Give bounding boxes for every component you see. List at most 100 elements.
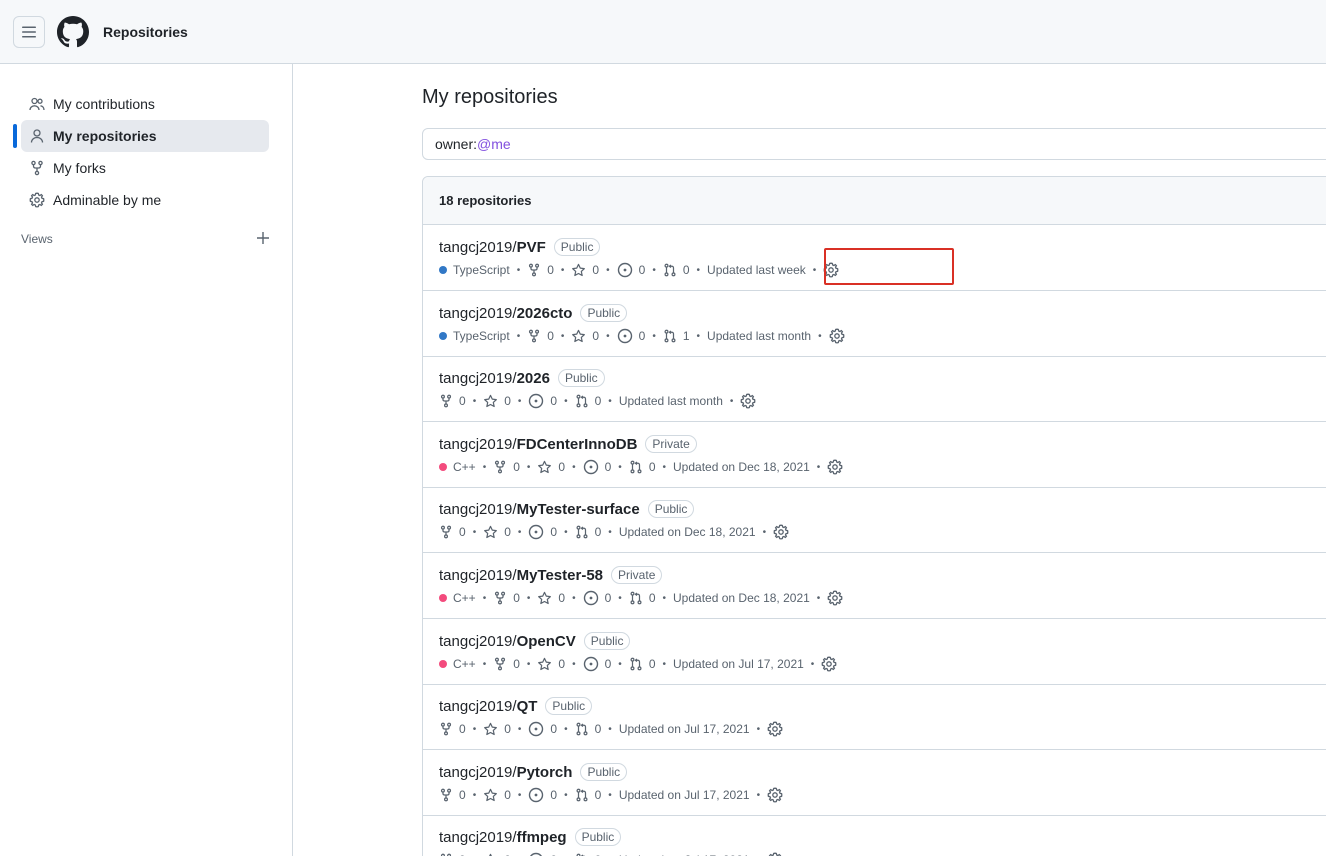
forks-link[interactable]: 0 bbox=[439, 722, 466, 736]
repo-settings-button[interactable] bbox=[767, 852, 783, 856]
stars-link[interactable]: 0 bbox=[537, 460, 565, 475]
separator-dot: • bbox=[762, 526, 767, 538]
repo-name: Pytorch bbox=[516, 763, 573, 781]
repo-owner: tangcj2019/ bbox=[439, 238, 517, 256]
repo-link[interactable]: tangcj2019/MyTester-surface bbox=[439, 501, 640, 518]
pull-request-icon bbox=[629, 657, 649, 671]
issues-link[interactable]: 0 bbox=[583, 590, 611, 606]
issues-link[interactable]: 0 bbox=[583, 459, 611, 475]
github-logo[interactable] bbox=[57, 16, 89, 48]
sidebar-item-my-contributions[interactable]: My contributions bbox=[21, 88, 269, 120]
plus-icon bbox=[257, 232, 269, 244]
stars-link[interactable]: 0 bbox=[571, 263, 599, 278]
sidebar-item-adminable-by-me[interactable]: Adminable by me bbox=[21, 184, 269, 216]
pull-requests-link[interactable]: 0 bbox=[663, 263, 690, 277]
stars-link[interactable]: 0 bbox=[483, 525, 511, 540]
pull-requests-link[interactable]: 0 bbox=[575, 394, 601, 408]
updated-text: Updated last month bbox=[707, 329, 812, 343]
forks-link[interactable]: 0 bbox=[439, 525, 466, 539]
gear-icon bbox=[773, 524, 789, 540]
repo-settings-button[interactable] bbox=[821, 656, 837, 672]
pull-requests-link[interactable]: 0 bbox=[629, 591, 656, 605]
search-input[interactable]: owner: @me bbox=[422, 128, 1326, 160]
stars-link[interactable]: 0 bbox=[483, 788, 511, 803]
repo-link[interactable]: tangcj2019/QT bbox=[439, 698, 537, 715]
repo-owner: tangcj2019/ bbox=[439, 763, 517, 781]
pull-requests-link[interactable]: 0 bbox=[575, 525, 601, 539]
separator-dot: • bbox=[810, 658, 815, 670]
separator-dot: • bbox=[818, 330, 822, 342]
repo-settings-button[interactable] bbox=[823, 262, 839, 278]
repo-link[interactable]: tangcj2019/OpenCV bbox=[439, 633, 576, 650]
forks-link[interactable]: 0 bbox=[493, 657, 520, 671]
stars-count: 0 bbox=[504, 788, 511, 802]
repo-link[interactable]: tangcj2019/ffmpeg bbox=[439, 829, 567, 846]
repo-link[interactable]: tangcj2019/2026cto bbox=[439, 305, 572, 322]
separator-dot: • bbox=[482, 658, 487, 670]
sidebar-item-my-repositories[interactable]: My repositories bbox=[21, 120, 269, 152]
repo-settings-button[interactable] bbox=[767, 721, 783, 737]
visibility-badge: Public bbox=[583, 632, 631, 650]
forks-link[interactable]: 0 bbox=[527, 263, 554, 277]
sidebar-item-my-forks[interactable]: My forks bbox=[21, 152, 269, 184]
hamburger-menu-button[interactable] bbox=[13, 16, 45, 48]
forks-link[interactable]: 0 bbox=[439, 788, 466, 802]
stars-link[interactable]: 0 bbox=[537, 591, 565, 606]
pull-requests-link[interactable]: 0 bbox=[575, 722, 601, 736]
repo-name: 2026 bbox=[516, 369, 550, 387]
repo-settings-button[interactable] bbox=[829, 328, 845, 344]
issue-icon bbox=[528, 524, 550, 540]
forks-link[interactable]: 0 bbox=[493, 591, 520, 605]
pull-requests-link[interactable]: 0 bbox=[629, 460, 656, 474]
repo-link[interactable]: tangcj2019/Pytorch bbox=[439, 764, 572, 781]
repo-meta: C++ • 0 • 0 • 0 • 0 • Updated on Dec 18,… bbox=[439, 459, 843, 475]
pull-requests-link[interactable]: 0 bbox=[575, 788, 601, 802]
language-color-dot bbox=[439, 594, 447, 602]
stars-link[interactable]: 0 bbox=[571, 329, 599, 344]
sidebar-item-label: Adminable by me bbox=[53, 192, 162, 208]
separator-dot: • bbox=[526, 461, 531, 473]
repo-link[interactable]: tangcj2019/2026 bbox=[439, 370, 550, 387]
issues-count: 0 bbox=[550, 788, 558, 802]
issues-link[interactable]: 0 bbox=[528, 852, 557, 856]
stars-link[interactable]: 0 bbox=[483, 853, 511, 856]
forks-link[interactable]: 0 bbox=[493, 460, 520, 474]
issues-link[interactable]: 0 bbox=[583, 656, 612, 672]
stars-link[interactable]: 0 bbox=[483, 722, 511, 737]
repo-settings-button[interactable] bbox=[767, 787, 783, 803]
pull-requests-link[interactable]: 1 bbox=[663, 329, 690, 343]
issues-link[interactable]: 0 bbox=[528, 787, 557, 803]
gear-icon bbox=[767, 787, 783, 803]
repo-settings-button[interactable] bbox=[773, 524, 789, 540]
issues-link[interactable]: 0 bbox=[528, 721, 557, 737]
issues-link[interactable]: 0 bbox=[617, 328, 645, 344]
add-view-button[interactable] bbox=[254, 229, 272, 247]
repo-settings-button[interactable] bbox=[740, 393, 756, 409]
forks-link[interactable]: 0 bbox=[527, 329, 554, 343]
repo-settings-button[interactable] bbox=[827, 459, 843, 475]
repo-link[interactable]: tangcj2019/PVF bbox=[439, 239, 546, 256]
stars-link[interactable]: 0 bbox=[483, 394, 511, 409]
search-qualifier: owner: bbox=[435, 136, 478, 152]
visibility-badge: Public bbox=[553, 238, 601, 256]
repo-language: TypeScript bbox=[453, 263, 510, 277]
repo-row: tangcj2019/Pytorch Public 0 • 0 • 0 • 0 … bbox=[422, 750, 1326, 816]
star-icon bbox=[537, 591, 558, 606]
repo-title-line: tangcj2019/PVF Public bbox=[439, 237, 601, 257]
issues-link[interactable]: 0 bbox=[528, 393, 557, 409]
issues-link[interactable]: 0 bbox=[528, 524, 557, 540]
issue-icon bbox=[528, 393, 550, 409]
forks-link[interactable]: 0 bbox=[439, 394, 466, 408]
language-color-dot bbox=[439, 266, 447, 274]
pull-requests-link[interactable]: 0 bbox=[629, 657, 656, 671]
repo-link[interactable]: tangcj2019/MyTester-58 bbox=[439, 567, 603, 584]
forks-count: 0 bbox=[459, 788, 466, 802]
repo-settings-button[interactable] bbox=[827, 590, 843, 606]
repo-link[interactable]: tangcj2019/FDCenterInnoDB bbox=[439, 436, 637, 453]
issue-icon bbox=[583, 656, 605, 672]
issues-count: 0 bbox=[604, 657, 612, 671]
stars-link[interactable]: 0 bbox=[537, 657, 565, 672]
star-icon bbox=[537, 460, 558, 475]
repo-title-line: tangcj2019/QT Public bbox=[439, 696, 593, 716]
issues-link[interactable]: 0 bbox=[617, 262, 645, 278]
